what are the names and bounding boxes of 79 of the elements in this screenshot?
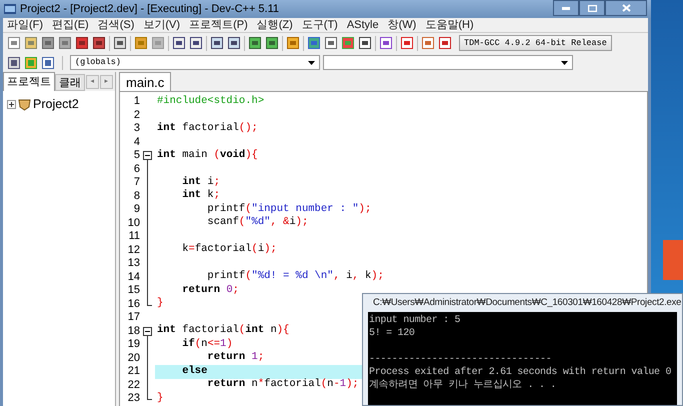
code-line: return 1; <box>207 350 264 366</box>
dropdown-arrow-icon <box>561 60 568 64</box>
dropdown-arrow-icon <box>308 60 315 64</box>
console-title: C:₩Users₩Administrator₩Documents₩C_160301₩160428₩Project2.exe <box>373 296 682 310</box>
line-number: 1 <box>132 96 140 108</box>
line-number: 22 <box>126 380 140 391</box>
line-number: 23 <box>126 393 140 404</box>
code-line: printf("input number : "); <box>206 202 372 216</box>
console-line: 5! = 120 <box>369 327 416 340</box>
code-line: int factorial(); <box>157 120 258 136</box>
maximize-button[interactable] <box>579 0 605 16</box>
app-icon <box>4 4 16 14</box>
line-number: 12 <box>126 244 140 256</box>
editor-tab[interactable]: main.c <box>119 72 172 91</box>
fold-icon[interactable] <box>143 151 153 163</box>
menu-item[interactable]: AStyle <box>346 18 379 34</box>
code-line: return n*factorial(n-1); <box>206 377 359 392</box>
code-line: printf("%d! = %d \n", i, k); <box>206 269 384 284</box>
desktop-shape <box>663 240 683 280</box>
menu-item[interactable]: 파일(F) <box>7 18 44 34</box>
line-number: 3 <box>132 123 140 134</box>
menu-item[interactable]: 프로젝트(P) <box>189 18 248 34</box>
menu-item[interactable]: 편집(E) <box>52 18 89 34</box>
menu-item[interactable]: 도구(T) <box>302 18 338 34</box>
line-number: 16 <box>126 298 140 310</box>
fold-icon[interactable] <box>143 326 153 338</box>
console-line: input number : 5 <box>369 314 462 327</box>
line-number: 5 <box>132 150 140 162</box>
tree-item[interactable]: Project2 <box>33 95 79 114</box>
line-number: 13 <box>126 258 140 270</box>
compiler-dropdown[interactable]: TDM-GCC 4.9.2 64-bit Release <box>459 35 612 51</box>
line-number: 15 <box>126 285 140 296</box>
console-line: 계속하려면 아무 키나 누르십시오 . . . <box>369 379 558 392</box>
line-number: 7 <box>132 177 140 188</box>
line-number: 6 <box>132 164 140 175</box>
code-line: int factorial(int n){ <box>157 323 290 338</box>
line-number: 4 <box>132 136 140 148</box>
menu-item[interactable]: 도움말(H) <box>425 18 474 34</box>
close-icon <box>622 4 630 12</box>
console-line: -------------------------------- <box>369 353 552 366</box>
menu-item[interactable]: 보기(V) <box>143 18 180 34</box>
line-number: 9 <box>132 204 140 216</box>
project-icon <box>18 98 31 111</box>
console-line: Process exited after 2.61 seconds with return value 0 <box>369 366 672 379</box>
minimize-button[interactable] <box>553 0 579 16</box>
menu-item[interactable]: 검색(S) <box>98 18 134 34</box>
code-line: int main (void){ <box>157 148 258 163</box>
code-line: #include<stdio.h> <box>157 94 264 109</box>
code-line: else <box>181 364 208 379</box>
code-line: int i; <box>181 174 220 189</box>
window-title: Project2 - [Project2.dev] - [Executing] - Dev-C++ 5.11 <box>20 2 280 17</box>
line-number: 19 <box>126 339 140 350</box>
close-button[interactable] <box>605 0 647 16</box>
code-line: int k; <box>181 188 220 203</box>
dropdown-value: (globals) <box>75 56 121 69</box>
function-dropdown[interactable] <box>323 55 573 70</box>
maximize-icon <box>588 4 596 12</box>
expand-icon[interactable] <box>7 100 16 109</box>
line-number: 14 <box>126 272 140 283</box>
code-line: k=factorial(i); <box>181 242 277 258</box>
line-number: 10 <box>126 218 140 229</box>
line-number: 11 <box>128 231 140 242</box>
panel-tab[interactable]: 프로젝트 <box>3 72 55 91</box>
line-number: 8 <box>132 190 140 202</box>
line-number: 2 <box>132 110 140 121</box>
line-number: 17 <box>126 312 140 324</box>
code-line: return 0; <box>181 282 239 298</box>
menu-item[interactable]: 실행(Z) <box>256 18 293 34</box>
scope-dropdown[interactable]: (globals) <box>70 55 320 70</box>
line-number: 21 <box>126 366 140 378</box>
code-line: if(n<=1) <box>181 336 233 352</box>
line-number: 20 <box>126 352 140 364</box>
menu-item[interactable]: 창(W) <box>388 18 416 34</box>
line-number: 18 <box>126 326 140 337</box>
panel-tab[interactable]: 클래 <box>55 74 85 91</box>
code-line: scanf("%d", &i); <box>206 215 308 230</box>
minimize-icon <box>562 6 570 10</box>
code-line: } <box>157 296 164 312</box>
code-line: } <box>157 390 164 406</box>
